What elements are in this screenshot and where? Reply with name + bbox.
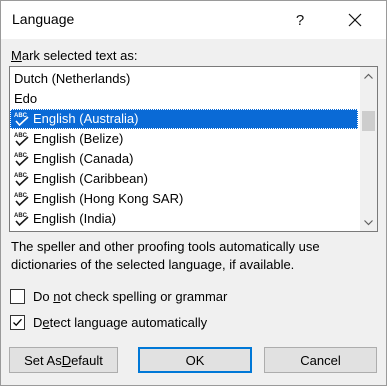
spell-check-icon: ABC (14, 133, 29, 147)
help-icon: ? (295, 11, 305, 29)
spell-check-icon: ABC (14, 153, 29, 167)
dialog-title: Language (12, 11, 75, 27)
spell-check-icon: ABC (14, 213, 29, 227)
no-check-label: Do not check spelling or grammar (33, 289, 228, 304)
scroll-down-button[interactable] (360, 214, 377, 231)
spell-check-icon: ABC (14, 113, 29, 127)
set-as-default-button[interactable]: Set As Default (9, 347, 118, 373)
language-list-item[interactable]: ABC English (India) (10, 209, 358, 229)
svg-text:ABC: ABC (14, 173, 28, 179)
list-scrollbar[interactable] (360, 67, 377, 231)
scroll-thumb[interactable] (362, 111, 375, 131)
language-label: Edo (14, 91, 38, 106)
language-list-item[interactable]: ABC English (Caribbean) (10, 169, 358, 189)
detect-language-checkbox[interactable] (10, 315, 25, 330)
no-check-checkbox[interactable] (10, 289, 25, 304)
no-check-option[interactable]: Do not check spelling or grammar (10, 289, 227, 304)
detect-language-label: Detect language automatically (33, 315, 208, 330)
help-button[interactable]: ? (277, 1, 323, 39)
ok-button[interactable]: OK (138, 347, 252, 373)
language-list-item[interactable]: ABC English (Belize) (10, 129, 358, 149)
language-dialog: Language ? Mark selected text as: Dutch … (0, 0, 387, 386)
scroll-up-button[interactable] (360, 67, 377, 84)
language-list-item[interactable]: Edo (10, 89, 358, 109)
close-icon (348, 13, 362, 27)
language-list-item[interactable]: ABC English (Canada) (10, 149, 358, 169)
language-label: English (Belize) (33, 131, 124, 146)
language-list-item[interactable]: Dutch (Netherlands) (10, 69, 358, 89)
spell-check-icon: ABC (14, 193, 29, 207)
svg-text:ABC: ABC (14, 113, 28, 119)
chevron-down-icon (364, 219, 373, 225)
language-label: English (Caribbean) (33, 171, 148, 186)
close-button[interactable] (332, 1, 378, 39)
cancel-button[interactable]: Cancel (264, 347, 377, 373)
language-list-item[interactable]: ABC English (Australia) (10, 109, 358, 129)
description-text: The speller and other proofing tools aut… (11, 239, 320, 272)
spell-check-icon: ABC (14, 173, 29, 187)
svg-text:ABC: ABC (14, 153, 28, 159)
title-bar: Language ? (1, 1, 386, 39)
language-label: English (India) (33, 211, 117, 226)
language-list-items: Dutch (Netherlands) Edo ABC English (Austra… (10, 69, 358, 229)
mark-selected-label: Mark selected text as: (11, 48, 138, 63)
language-label: English (Australia) (33, 111, 139, 126)
language-list-item[interactable]: ABC English (Hong Kong SAR) (10, 189, 358, 209)
language-list[interactable]: Dutch (Netherlands) Edo ABC English (Austra… (9, 66, 378, 232)
svg-text:ABC: ABC (14, 133, 28, 139)
language-label: Dutch (Netherlands) (14, 71, 131, 86)
svg-text:ABC: ABC (14, 213, 28, 219)
svg-text:ABC: ABC (14, 193, 28, 199)
checkmark-icon (13, 318, 22, 327)
detect-language-option[interactable]: Detect language automatically (10, 315, 207, 330)
language-label: English (Canada) (33, 151, 134, 166)
chevron-up-icon (364, 73, 373, 79)
language-label: English (Hong Kong SAR) (33, 191, 184, 206)
